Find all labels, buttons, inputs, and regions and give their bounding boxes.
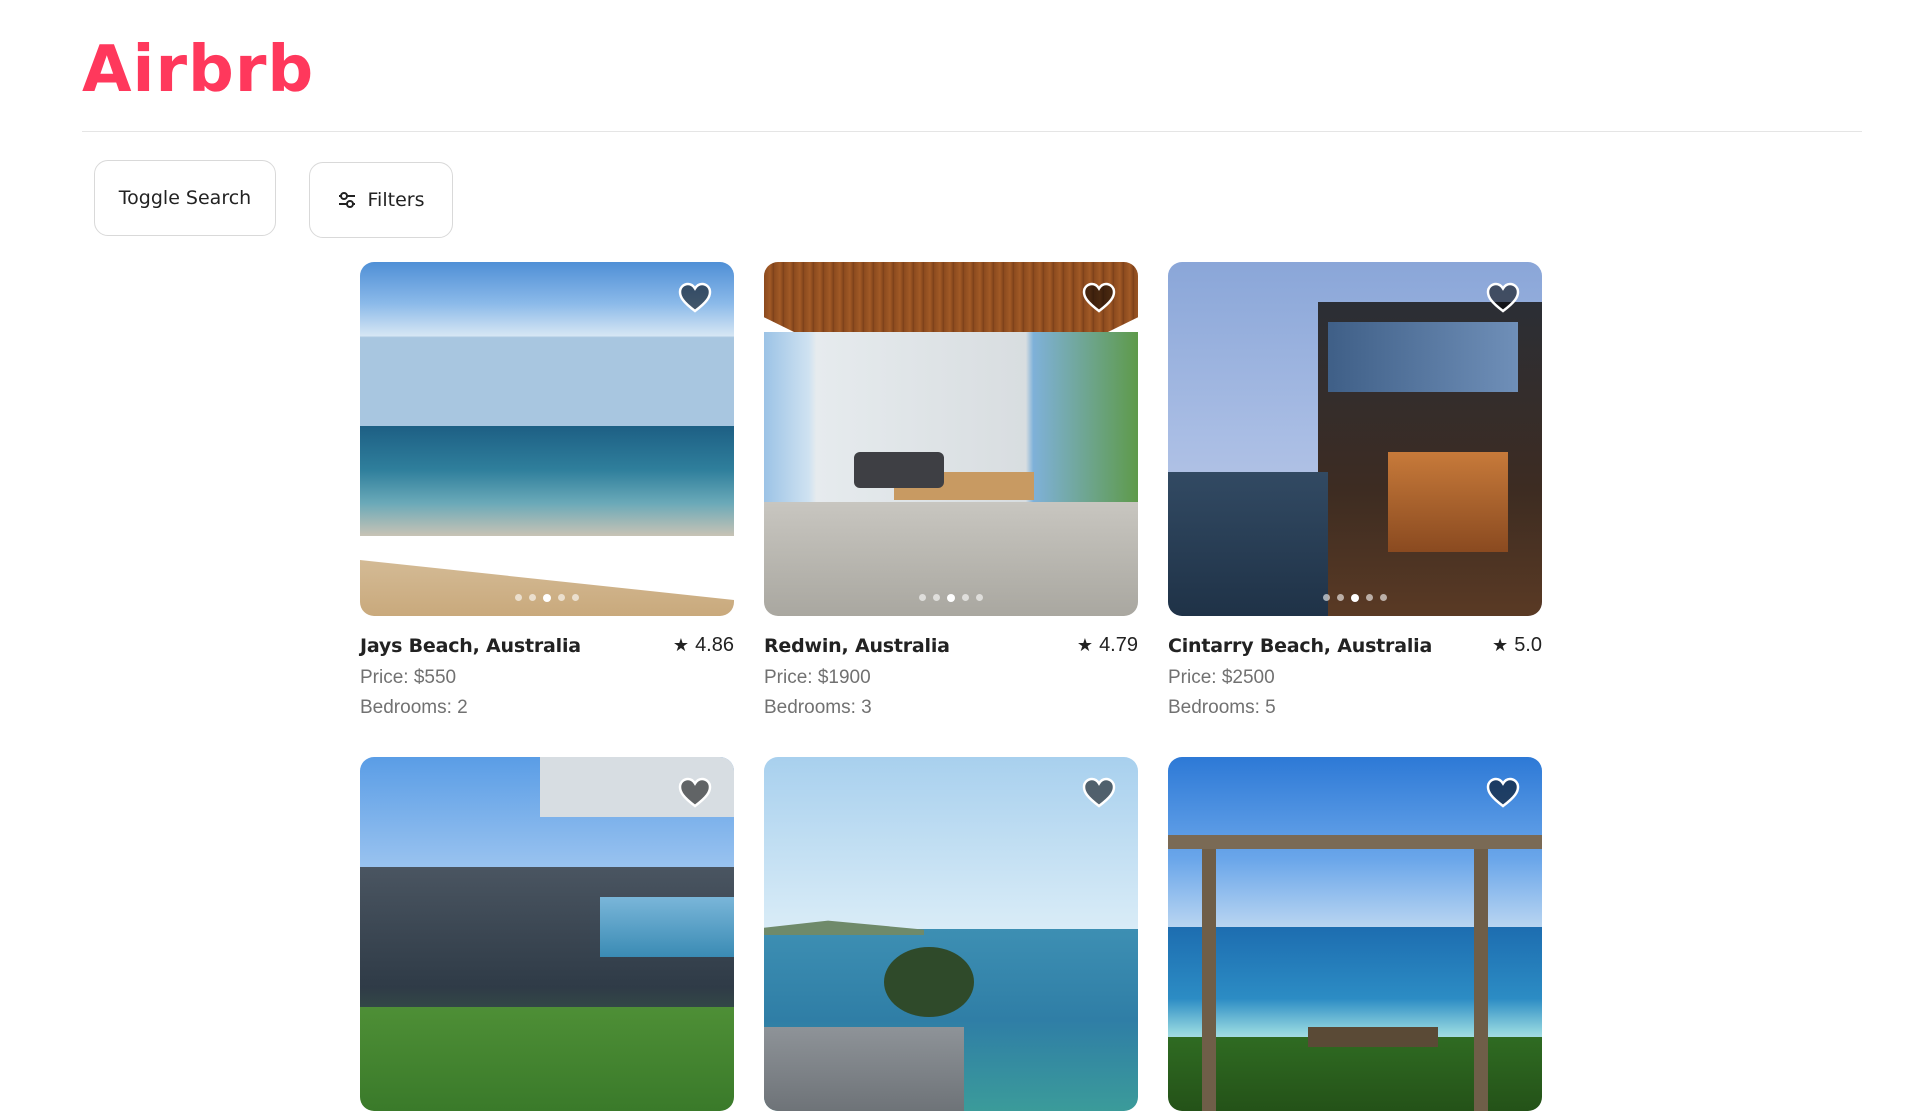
photo-pagination-dots[interactable] bbox=[919, 594, 983, 602]
filters-label: Filters bbox=[367, 189, 425, 211]
listing-rating: ★ 5.0 bbox=[1492, 634, 1542, 657]
filters-button[interactable]: Filters bbox=[309, 162, 453, 238]
listing-bedrooms: Bedrooms: 2 bbox=[360, 697, 468, 718]
heart-icon[interactable] bbox=[678, 777, 712, 809]
toggle-search-button[interactable]: Toggle Search bbox=[94, 160, 276, 236]
listing-card[interactable]: Jays Beach, Australia ★ 4.86 Price: $550… bbox=[360, 262, 734, 719]
heart-icon[interactable] bbox=[1082, 777, 1116, 809]
pagination-dot[interactable] bbox=[1323, 594, 1330, 601]
pagination-dot[interactable] bbox=[515, 594, 522, 601]
listing-photo[interactable] bbox=[1168, 262, 1542, 616]
listing-price: Price: $550 bbox=[360, 667, 457, 688]
star-icon: ★ bbox=[1492, 635, 1509, 655]
pagination-dot[interactable] bbox=[962, 594, 969, 601]
sliders-icon bbox=[338, 192, 356, 208]
listing-photo[interactable] bbox=[764, 262, 1138, 616]
listing-card[interactable] bbox=[360, 757, 734, 1111]
heart-icon[interactable] bbox=[1486, 777, 1520, 809]
listing-bedrooms: Bedrooms: 3 bbox=[764, 697, 872, 718]
rating-value: 4.86 bbox=[695, 634, 734, 656]
listing-photo[interactable] bbox=[360, 757, 734, 1111]
pagination-dot[interactable] bbox=[947, 594, 955, 602]
listing-rating: ★ 4.86 bbox=[673, 634, 734, 657]
heart-icon[interactable] bbox=[678, 282, 712, 314]
listing-card[interactable] bbox=[764, 757, 1138, 1111]
rating-value: 4.79 bbox=[1099, 634, 1138, 656]
star-icon: ★ bbox=[672, 635, 690, 655]
pagination-dot[interactable] bbox=[919, 594, 926, 601]
listing-card[interactable]: Cintarry Beach, Australia ★ 5.0 Price: $… bbox=[1168, 262, 1542, 719]
photo-pagination-dots[interactable] bbox=[515, 594, 579, 602]
header-divider bbox=[82, 131, 1862, 132]
pagination-dot[interactable] bbox=[572, 594, 579, 601]
listing-price: Price: $1900 bbox=[764, 667, 871, 688]
listing-bedrooms: Bedrooms: 5 bbox=[1168, 697, 1276, 718]
listings-grid: Jays Beach, Australia ★ 4.86 Price: $550… bbox=[360, 262, 1542, 1111]
photo-pagination-dots[interactable] bbox=[1323, 594, 1387, 602]
star-icon: ★ bbox=[1076, 635, 1094, 655]
listing-photo[interactable] bbox=[1168, 757, 1542, 1111]
heart-icon[interactable] bbox=[1082, 282, 1116, 314]
listing-photo[interactable] bbox=[360, 262, 734, 616]
pagination-dot[interactable] bbox=[1380, 594, 1387, 601]
listing-title[interactable]: Jays Beach, Australia bbox=[360, 635, 581, 657]
rating-value: 5.0 bbox=[1514, 634, 1542, 656]
pagination-dot[interactable] bbox=[933, 594, 940, 601]
listing-price: Price: $2500 bbox=[1168, 667, 1275, 688]
listing-rating: ★ 4.79 bbox=[1077, 634, 1138, 657]
heart-icon[interactable] bbox=[1486, 282, 1520, 314]
pagination-dot[interactable] bbox=[976, 594, 983, 601]
pagination-dot[interactable] bbox=[529, 594, 536, 601]
listing-title[interactable]: Redwin, Australia bbox=[764, 635, 950, 657]
listing-card[interactable] bbox=[1168, 757, 1542, 1111]
pagination-dot[interactable] bbox=[1337, 594, 1344, 601]
pagination-dot[interactable] bbox=[1351, 594, 1359, 602]
pagination-dot[interactable] bbox=[543, 594, 551, 602]
listing-card[interactable]: Redwin, Australia ★ 4.79 Price: $1900 Be… bbox=[764, 262, 1138, 719]
app-logo[interactable]: Airbrb bbox=[82, 38, 314, 102]
toggle-search-label: Toggle Search bbox=[118, 187, 252, 209]
listing-title[interactable]: Cintarry Beach, Australia bbox=[1168, 635, 1432, 657]
pagination-dot[interactable] bbox=[558, 594, 565, 601]
listing-photo[interactable] bbox=[764, 757, 1138, 1111]
pagination-dot[interactable] bbox=[1366, 594, 1373, 601]
